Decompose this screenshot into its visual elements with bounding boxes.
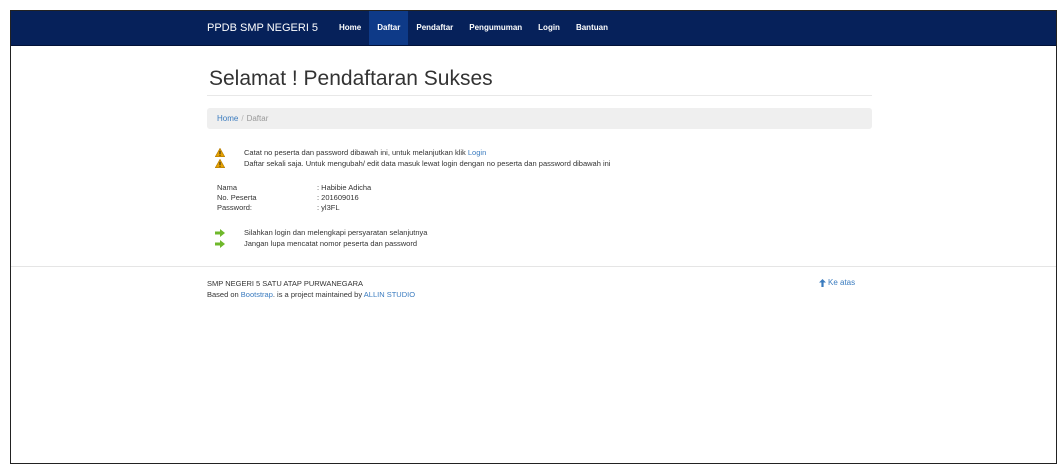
nav-item-home[interactable]: Home bbox=[331, 11, 369, 45]
breadcrumb-home-link[interactable]: Home bbox=[217, 114, 238, 123]
notice-line-2: Daftar sekali saja. Untuk mengubah/ edit… bbox=[215, 159, 610, 168]
name-value: : Habibie Adicha bbox=[317, 183, 372, 192]
info-row-name: Nama : Habibie Adicha bbox=[217, 183, 371, 192]
warning-icon bbox=[215, 148, 225, 157]
footer-maintained-text: . is a project maintained by bbox=[272, 290, 364, 299]
footer-divider bbox=[11, 266, 1056, 267]
allin-studio-link[interactable]: ALLIN STUDIO bbox=[364, 290, 415, 299]
breadcrumb: Home / Daftar bbox=[207, 108, 872, 129]
next-step-2-text: Jangan lupa mencatat nomor peserta dan p… bbox=[244, 239, 418, 248]
arrow-up-icon bbox=[819, 278, 826, 287]
top-navbar: PPDB SMP NEGERI 5 Home Daftar Pendaftar … bbox=[11, 11, 1056, 46]
nav-item-daftar[interactable]: Daftar bbox=[369, 11, 409, 45]
back-to-top-link[interactable]: Ke atas bbox=[819, 278, 855, 287]
footer-based-on: Based on bbox=[207, 290, 241, 299]
breadcrumb-separator: / bbox=[241, 114, 244, 123]
next-step-1: Silahkan login dan melengkapi persyarata… bbox=[215, 228, 427, 237]
breadcrumb-current: Daftar bbox=[246, 114, 269, 123]
name-label: Nama bbox=[217, 183, 238, 192]
back-to-top-label: Ke atas bbox=[828, 278, 856, 287]
password-label: Password: bbox=[217, 203, 253, 212]
title-divider bbox=[207, 95, 872, 96]
brand-link[interactable]: PPDB SMP NEGERI 5 bbox=[207, 11, 318, 45]
footer-credits: Based on Bootstrap. is a project maintai… bbox=[207, 289, 415, 300]
password-value: : yl3FL bbox=[317, 203, 340, 212]
participant-number-value: : 201609016 bbox=[317, 193, 359, 202]
bootstrap-link[interactable]: Bootstrap bbox=[241, 290, 273, 299]
nav-item-pendaftar[interactable]: Pendaftar bbox=[408, 11, 461, 45]
warning-icon bbox=[215, 159, 225, 168]
notice-text-1: Catat no peserta dan password dibawah in… bbox=[244, 148, 486, 157]
page-title: Selamat ! Pendaftaran Sukses bbox=[209, 67, 493, 90]
notice-text-2: Daftar sekali saja. Untuk mengubah/ edit… bbox=[244, 159, 611, 168]
participant-number-label: No. Peserta bbox=[217, 193, 257, 202]
nav-item-pengumuman[interactable]: Pengumuman bbox=[461, 11, 530, 45]
info-row-id: No. Peserta : 201609016 bbox=[217, 193, 359, 202]
info-row-password: Password: : yl3FL bbox=[217, 203, 340, 212]
nav-menu: Home Daftar Pendaftar Pengumuman Login B… bbox=[331, 11, 616, 45]
notice-text-1-body: Catat no peserta dan password dibawah in… bbox=[244, 148, 468, 157]
footer: SMP NEGERI 5 SATU ATAP PURWANEGARA Based… bbox=[207, 278, 415, 300]
arrow-right-icon bbox=[215, 239, 225, 248]
login-link[interactable]: Login bbox=[468, 148, 486, 157]
arrow-right-icon bbox=[215, 228, 225, 237]
nav-item-bantuan[interactable]: Bantuan bbox=[568, 11, 616, 45]
footer-school-name: SMP NEGERI 5 SATU ATAP PURWANEGARA bbox=[207, 279, 364, 288]
next-step-2: Jangan lupa mencatat nomor peserta dan p… bbox=[215, 239, 417, 248]
next-step-1-text: Silahkan login dan melengkapi persyarata… bbox=[244, 228, 428, 237]
browser-viewport: PPDB SMP NEGERI 5 Home Daftar Pendaftar … bbox=[10, 10, 1057, 464]
notice-line-1: Catat no peserta dan password dibawah in… bbox=[215, 148, 486, 157]
nav-item-login[interactable]: Login bbox=[530, 11, 568, 45]
